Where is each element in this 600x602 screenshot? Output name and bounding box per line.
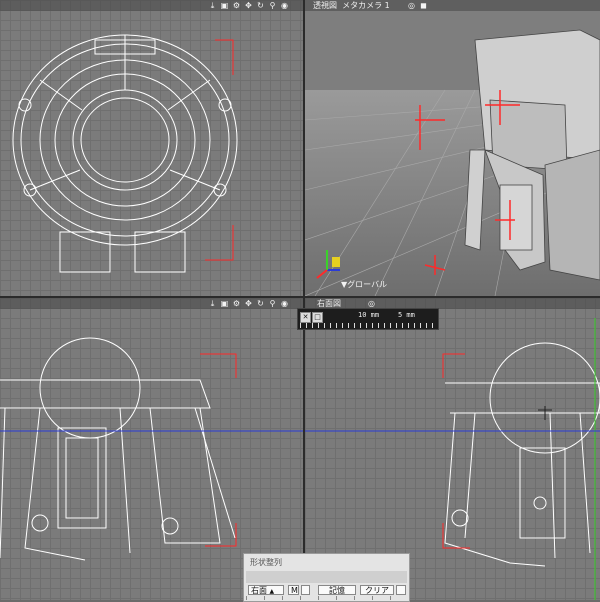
- top-view-wireframe: [12, 34, 238, 273]
- coordinate-mode-label[interactable]: ▼グローバル: [341, 279, 387, 290]
- perspective-view-title: 透視図 メタカメラ 1: [313, 1, 390, 10]
- panel-title: 形状整列: [250, 558, 282, 567]
- clear-button[interactable]: クリア: [360, 585, 394, 595]
- store-button[interactable]: 記憶: [318, 585, 356, 595]
- ruler-ticks: [300, 323, 436, 328]
- dropdown-arrow-icon: ▲: [269, 588, 275, 595]
- panel-option-row: [246, 571, 407, 583]
- ruler-close-icon[interactable]: ✕: [300, 312, 311, 323]
- zoom-icon[interactable]: ⚲: [268, 299, 277, 308]
- perspective-scene: [305, 0, 600, 296]
- ruler-label-5mm: 5 mm: [398, 311, 415, 319]
- move-icon[interactable]: ✥: [244, 299, 253, 308]
- camera-name[interactable]: メタカメラ 1: [342, 1, 390, 10]
- ruler-label-10mm: 10 mm: [358, 311, 380, 319]
- target-icon[interactable]: ◎: [367, 299, 376, 308]
- checkbox[interactable]: [301, 585, 310, 595]
- target-icon[interactable]: ◎: [407, 1, 416, 10]
- cube-icon[interactable]: ◼: [419, 1, 428, 10]
- perspective-viewport[interactable]: 透視図 メタカメラ 1 ◎ ◼ ▼グローバル: [305, 0, 600, 296]
- image-icon[interactable]: ▣: [220, 299, 229, 308]
- panel-bottom-row: [246, 596, 407, 600]
- view-select[interactable]: 右面 ▲: [248, 585, 284, 595]
- top-viewport[interactable]: ⤓ ▣ ⚙ ✥ ↻ ⚲ ◉: [0, 0, 303, 296]
- perspective-viewport-header: 透視図 メタカメラ 1 ◎ ◼: [305, 0, 600, 11]
- m-button[interactable]: M: [288, 585, 299, 595]
- front-viewport-toolbar: ⤓ ▣ ⚙ ✥ ↻ ⚲ ◉: [208, 298, 289, 309]
- viewport-divider-vertical[interactable]: [303, 0, 305, 600]
- lock-icon[interactable]: ⤓: [208, 299, 217, 308]
- shape-align-panel[interactable]: 形状整列 右面 ▲ M 記憶 クリア: [243, 553, 410, 602]
- ruler-toggle-icon[interactable]: □: [312, 312, 323, 323]
- panel-menu-icon[interactable]: [396, 585, 406, 595]
- rotate-icon[interactable]: ↻: [256, 299, 265, 308]
- perspective-toolbar: ◎ ◼: [407, 0, 428, 11]
- gear-icon[interactable]: ⚙: [232, 299, 241, 308]
- reset-icon[interactable]: ◉: [280, 299, 289, 308]
- front-viewport-header: ⤓ ▣ ⚙ ✥ ↻ ⚲ ◉: [0, 298, 303, 309]
- viewport-divider-horizontal[interactable]: [0, 296, 600, 298]
- ruler-widget[interactable]: ✕ □ 10 mm 5 mm: [297, 308, 439, 330]
